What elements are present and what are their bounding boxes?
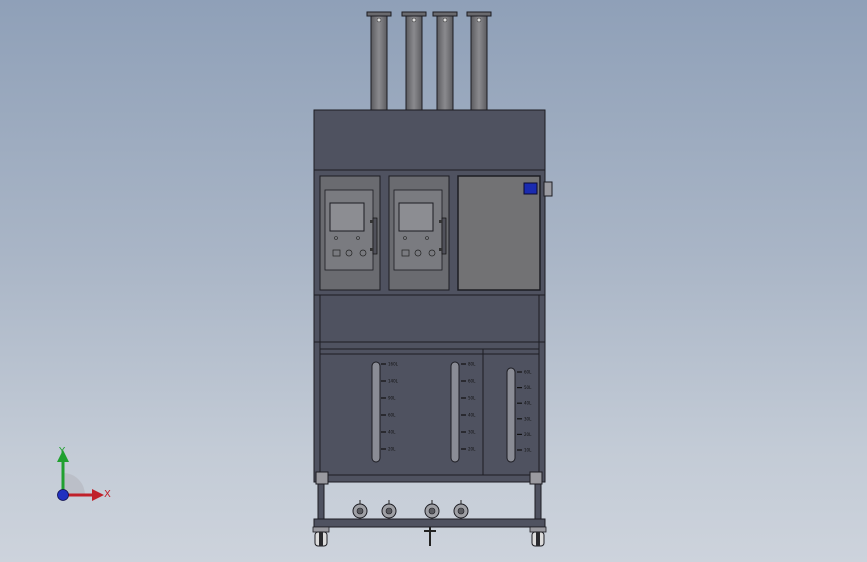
scale-label: 20L xyxy=(524,432,532,437)
exhaust-pipe-1[interactable] xyxy=(366,11,392,111)
exhaust-pipe-3[interactable] xyxy=(432,11,458,111)
scale-label: 40L xyxy=(524,401,532,406)
status-indicator-icon xyxy=(523,182,538,195)
mid-band xyxy=(313,294,546,343)
y-axis-label: Y xyxy=(58,446,66,457)
cabinet-model[interactable]: 160L140L90L60L40L20L 80L60L50L40L30L20L … xyxy=(0,0,867,562)
scale-label: 60L xyxy=(524,370,532,375)
scale-label: 20L xyxy=(468,447,476,452)
scale-label: 160L xyxy=(388,362,399,367)
pump-4[interactable] xyxy=(453,500,469,519)
scale-label: 40L xyxy=(468,413,476,418)
controller-panel-1[interactable] xyxy=(319,175,381,291)
scale-label: 80L xyxy=(468,362,476,367)
coordinate-triad: Y X xyxy=(57,446,111,501)
exhaust-pipe-2[interactable] xyxy=(401,11,427,111)
caster-right[interactable] xyxy=(529,526,547,547)
scale-label: 30L xyxy=(524,416,532,421)
x-axis-label: X xyxy=(104,489,111,500)
scale-label: 50L xyxy=(468,396,476,401)
scale-label: 10L xyxy=(524,448,532,453)
top-hood[interactable] xyxy=(313,109,546,171)
exhaust-pipe-4[interactable] xyxy=(466,11,492,111)
caster-left[interactable] xyxy=(312,526,330,547)
scale-label: 60L xyxy=(388,413,396,418)
scale-label: 140L xyxy=(388,379,399,384)
pump-2[interactable] xyxy=(381,500,397,519)
door-lock-icon[interactable] xyxy=(543,181,553,197)
controller-handle-1[interactable] xyxy=(372,217,378,255)
electrical-cabinet-door[interactable] xyxy=(457,175,553,291)
scale-label: 60L xyxy=(468,379,476,384)
controller-panel-2[interactable] xyxy=(388,175,450,291)
scale-label: 40L xyxy=(388,430,396,435)
controller-display-2 xyxy=(398,202,434,232)
drain-valve[interactable] xyxy=(424,527,436,546)
exhaust-pipes[interactable] xyxy=(366,11,492,111)
controller-handle-2[interactable] xyxy=(441,217,447,255)
sight-glass-middle xyxy=(450,361,460,463)
sight-glass-left xyxy=(371,361,381,463)
scale-label: 20L xyxy=(388,447,396,452)
sight-glass-right xyxy=(506,367,516,463)
controller-display-1 xyxy=(329,202,365,232)
scale-label: 50L xyxy=(524,385,532,390)
graphics-viewport[interactable]: 160L 140L 90L 60L 40L 20L 80L 60L 50L 40L 30L 20L … xyxy=(0,0,867,562)
scale-label: 30L xyxy=(468,430,476,435)
scale-label: 90L xyxy=(388,396,396,401)
pump-3[interactable] xyxy=(424,500,440,519)
pump-1[interactable] xyxy=(352,500,368,519)
